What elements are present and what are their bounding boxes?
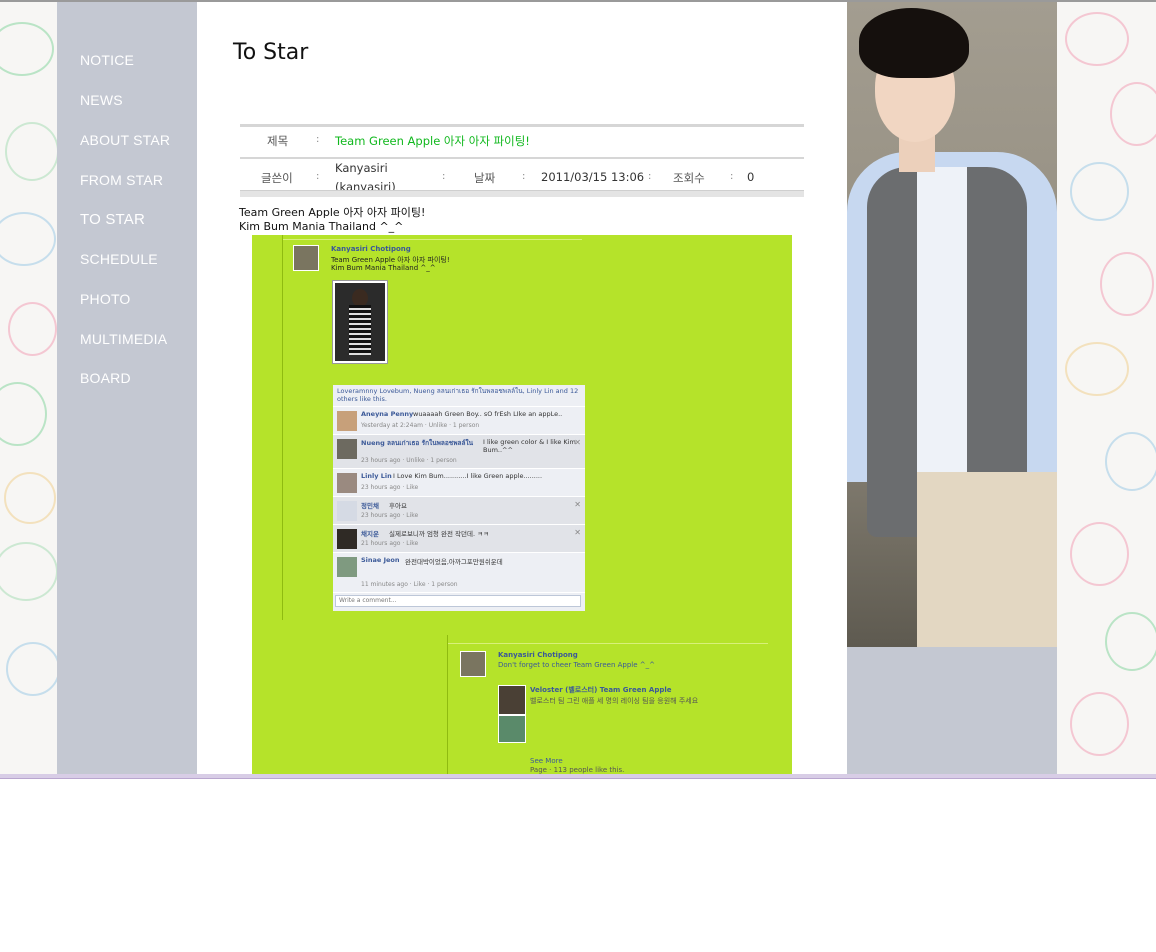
close-icon[interactable]: ✕: [574, 438, 581, 447]
avatar: [460, 651, 486, 677]
nav-item-multimedia[interactable]: MULTIMEDIA: [80, 331, 167, 347]
separator: :: [316, 134, 320, 145]
avatar: [337, 439, 357, 459]
fb-share-text: 벨로스터 팀 그린 애플 세 명의 레이싱 팀을 응원해 주세요: [530, 697, 699, 705]
avatar: [337, 529, 357, 549]
page-title: To Star: [233, 40, 309, 65]
right-panel: [847, 2, 1057, 774]
fb-comment-text: I like green color & I like Kim Bum..^^: [483, 438, 576, 454]
post-body: Team Green Apple 아자 아자 파이팅! Kim Bum Mani…: [239, 206, 425, 234]
fb-poster-name: Kanyasiri Chotipong: [498, 651, 578, 659]
fb-comment-text: I Love Kim Bum...........I like Green ap…: [393, 472, 543, 480]
fb-comment-box: Write a comment...: [333, 593, 585, 611]
fb-comment-name[interactable]: Aneyna Penny: [361, 410, 413, 418]
fb-comment-text: wuaaaah Green Boy.. sO frEsh LIke an app…: [413, 410, 563, 418]
embedded-facebook-image: Kanyasiri Chotipong Team Green Apple 아자 …: [252, 235, 792, 774]
divider: [448, 643, 768, 644]
photo-pants: [917, 472, 1057, 647]
fb-comment: Sinae Jeon 완전대박이었음,아까그포만원쉬운데 11 minutes …: [333, 553, 585, 593]
fb-comment: Nueng ลลนเก่าเธอ รักในพลอชพลล์ใน I like …: [333, 435, 585, 469]
fb-comment-meta: 23 hours ago · Unlike · 1 person: [361, 457, 457, 464]
close-icon[interactable]: ✕: [574, 500, 581, 509]
fb-share-title[interactable]: Veloster (벨로스터) Team Green Apple: [530, 685, 671, 695]
share-thumbnail: [498, 715, 526, 743]
blank-area: [0, 779, 1156, 952]
close-icon[interactable]: ✕: [574, 528, 581, 537]
fb-comment-meta: 11 minutes ago · Like · 1 person: [361, 581, 458, 588]
separator: :: [316, 171, 320, 182]
fb-comment: Linly Lin I Love Kim Bum...........I lik…: [333, 469, 585, 497]
comment-input[interactable]: Write a comment...: [335, 595, 581, 607]
separator: :: [648, 171, 652, 182]
share-thumbnail: [498, 685, 526, 715]
nav-item-notice[interactable]: NOTICE: [80, 52, 134, 68]
avatar: [293, 245, 319, 271]
fb-comment-name[interactable]: 정민채: [361, 500, 379, 510]
post-body-line: Kim Bum Mania Thailand ^_^: [239, 220, 404, 233]
see-more-link[interactable]: See More: [530, 757, 563, 765]
nav-item-board[interactable]: BOARD: [80, 370, 131, 386]
fb-comment-meta: Yesterday at 2:24am · Unlike · 1 person: [361, 422, 480, 429]
avatar: [337, 557, 357, 577]
fb-poster-name: Kanyasiri Chotipong: [331, 245, 411, 253]
fb-share-likes: Page · 113 people like this.: [530, 766, 625, 774]
photo-figure-body: [349, 305, 371, 355]
writer-label: 글쓴이: [261, 171, 293, 185]
avatar: [337, 473, 357, 493]
fb-comment-name[interactable]: Linly Lin: [361, 472, 392, 480]
fb-comment-text: 후아요: [389, 502, 407, 510]
fb-comments: Loveramnny Lovebum, Nueng ลลนเก่าเธอ รัก…: [333, 385, 585, 611]
separator: :: [730, 171, 734, 182]
nav-item-news[interactable]: NEWS: [80, 92, 123, 108]
subject-label: 제목: [267, 134, 289, 148]
nav-item-schedule[interactable]: SCHEDULE: [80, 251, 158, 267]
fb-comment-name[interactable]: 채지운: [361, 528, 379, 538]
fb-comment-text: 실제로보니까 엄청 완전 작던데. ㅋㅋ: [389, 530, 490, 538]
nav-item-about-star[interactable]: ABOUT STAR: [80, 132, 170, 148]
separator: :: [442, 171, 446, 182]
post-date: 2011/03/15 13:06: [541, 170, 645, 184]
facebook-post: Kanyasiri Chotipong Don't forget to chee…: [447, 635, 778, 774]
fb-comment-name[interactable]: Nueng ลลนเก่าเธอ รักในพลอชพลล์ใน: [361, 438, 481, 448]
photo-hair: [859, 8, 969, 78]
fb-comment-text: 완전대박이었음,아까그포만원쉬운데: [405, 558, 503, 566]
photo-shirt-front: [917, 167, 967, 487]
star-photo: [847, 2, 1057, 647]
facebook-post: Kanyasiri Chotipong Team Green Apple 아자 …: [282, 235, 613, 620]
fb-post-line: Don't forget to cheer Team Green Apple ^…: [498, 661, 656, 669]
date-label: 날짜: [474, 171, 496, 185]
table-rule: [240, 190, 804, 197]
avatar: [337, 411, 357, 431]
avatar: [337, 501, 357, 521]
fb-comment: 정민채 후아요 23 hours ago · Like ✕: [333, 497, 585, 525]
main-content: To Star 제목 : Team Green Apple 아자 아자 파이팅!…: [197, 2, 847, 774]
nav-item-photo[interactable]: PHOTO: [80, 291, 131, 307]
fb-photo: [332, 280, 388, 364]
nav-item-to-star[interactable]: TO STAR: [80, 211, 145, 228]
writer-name: Kanyasiri: [335, 161, 388, 175]
table-rule: [240, 157, 804, 159]
fb-post-line: Kim Bum Mania Thailand ^_^: [331, 264, 436, 272]
views-label: 조회수: [673, 171, 705, 185]
post-body-line: Team Green Apple 아자 아자 파이팅!: [239, 206, 426, 219]
fb-comment: 채지운 실제로보니까 엄청 완전 작던데. ㅋㅋ 21 hours ago · …: [333, 525, 585, 553]
table-rule: [240, 124, 804, 127]
fb-comment-meta: 21 hours ago · Like: [361, 540, 419, 547]
separator: :: [522, 171, 526, 182]
post-subject: Team Green Apple 아자 아자 파이팅!: [335, 134, 530, 148]
nav-item-from-star[interactable]: FROM STAR: [80, 172, 163, 188]
fb-comment-name[interactable]: Sinae Jeon: [361, 556, 400, 564]
fb-likes-bar: Loveramnny Lovebum, Nueng ลลนเก่าเธอ รัก…: [333, 385, 585, 407]
fb-comment-meta: 23 hours ago · Like: [361, 484, 419, 491]
fb-comment: Aneyna Penny wuaaaah Green Boy.. sO frEs…: [333, 407, 585, 435]
left-navigation: NOTICE NEWS ABOUT STAR FROM STAR TO STAR…: [57, 2, 197, 774]
post-views: 0: [747, 170, 755, 184]
fb-comment-meta: 23 hours ago · Like: [361, 512, 419, 519]
